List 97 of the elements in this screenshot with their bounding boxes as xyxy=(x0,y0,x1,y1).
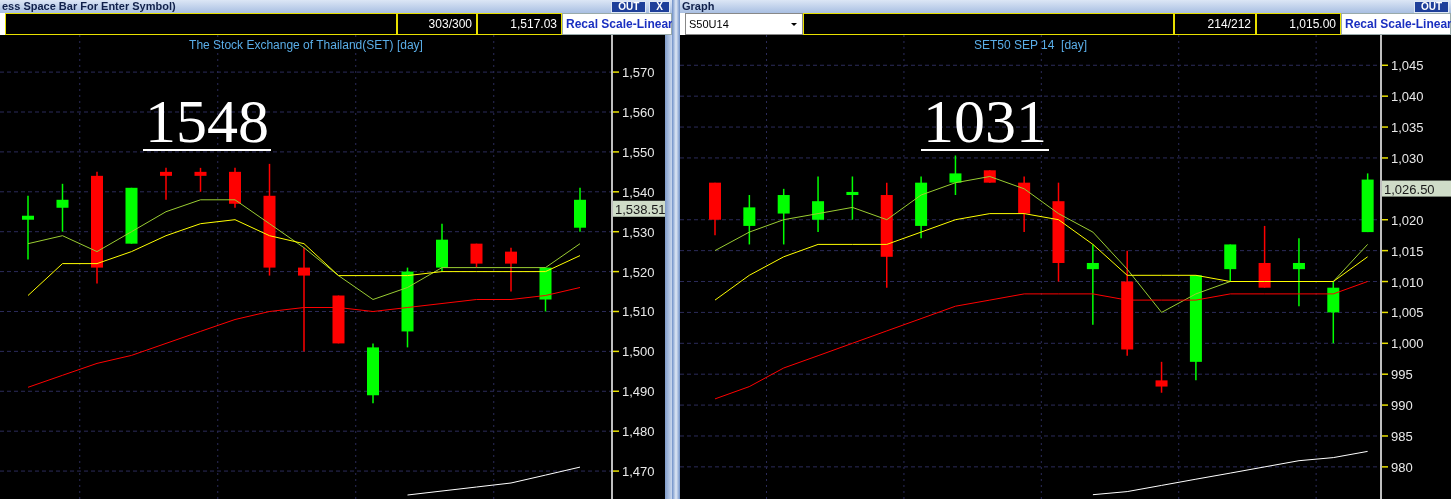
candlestick xyxy=(574,187,586,233)
axis-label: 1,020 xyxy=(1391,212,1424,228)
axis-label: 1,045 xyxy=(1391,58,1424,74)
axis-label: 1,040 xyxy=(1391,89,1424,105)
title-bar-button[interactable]: OUT xyxy=(1413,0,1449,13)
candlestick xyxy=(505,246,517,293)
candlestick xyxy=(160,167,172,201)
axis-label: 1,030 xyxy=(1391,150,1424,166)
tick-mark xyxy=(1381,311,1389,314)
axis-label: 1,490 xyxy=(622,384,655,400)
candlestick xyxy=(743,194,756,246)
axis-label: 1,015 xyxy=(1391,243,1424,259)
candlestick xyxy=(332,294,345,345)
tick-mark xyxy=(612,270,620,273)
candlestick xyxy=(194,167,207,193)
candlestick xyxy=(436,222,448,273)
axis-label: 1,035 xyxy=(1391,120,1424,136)
axis-label: 1,570 xyxy=(622,65,655,81)
chart-title: The Stock Exchange of Thailand(SET) [day] xyxy=(189,38,423,52)
candlestick xyxy=(1292,237,1305,307)
tick-mark xyxy=(1381,466,1389,468)
candlestick xyxy=(1018,175,1031,233)
tick-mark xyxy=(612,310,620,313)
tick-mark xyxy=(612,350,620,353)
candlestick xyxy=(56,183,69,233)
tick-mark xyxy=(612,470,620,472)
axis-label: 1,510 xyxy=(622,304,655,320)
axis-label: 1,560 xyxy=(622,105,655,120)
symbol-input-field[interactable] xyxy=(803,13,1174,35)
price-field: 1,015.00 xyxy=(1256,13,1341,35)
caret-icon xyxy=(791,22,797,26)
axis-label: 990 xyxy=(1391,398,1413,414)
candlestick xyxy=(1224,243,1237,283)
tick-mark xyxy=(1381,64,1389,66)
recal-scale-button[interactable]: Recal Scale-Linear xyxy=(1341,13,1451,35)
title-bar-button[interactable]: X xyxy=(649,0,670,13)
candlestick xyxy=(846,175,859,221)
tick-mark xyxy=(1381,342,1389,345)
axis-label: 995 xyxy=(1391,367,1413,383)
price-tag: 1,538.51 xyxy=(613,200,665,217)
tick-mark xyxy=(612,191,620,193)
price-field: 1,517.03 xyxy=(477,13,562,35)
tick-mark xyxy=(1381,404,1389,406)
axis-label: 1,470 xyxy=(622,464,655,480)
axis-label: 1,550 xyxy=(622,144,655,160)
axis-label: 1,005 xyxy=(1391,305,1424,321)
axis-label: 1,010 xyxy=(1391,274,1424,290)
axis-label: 1,000 xyxy=(1391,336,1424,352)
bar-count-field: 303/300 xyxy=(397,13,477,35)
tick-mark xyxy=(612,430,620,432)
axis-label: 980 xyxy=(1391,459,1413,475)
axis-label: 1,480 xyxy=(622,424,655,440)
candlestick xyxy=(1361,172,1374,233)
axis-label: 1,500 xyxy=(622,344,655,360)
candlestick xyxy=(539,266,552,313)
candlestick xyxy=(1327,280,1340,345)
tick-mark xyxy=(612,390,620,393)
recal-scale-button[interactable]: Recal Scale-Linear xyxy=(562,13,672,35)
tick-mark xyxy=(1381,126,1389,128)
scrollbar[interactable] xyxy=(665,35,672,499)
axis-label: 1,530 xyxy=(622,224,655,240)
axis-label: 1,520 xyxy=(622,264,655,280)
tick-mark xyxy=(1381,95,1389,97)
candlestick xyxy=(709,181,721,236)
tick-mark xyxy=(612,111,620,113)
axis-label: 985 xyxy=(1391,429,1413,444)
tick-mark xyxy=(1381,219,1389,221)
tick-mark xyxy=(1381,435,1389,437)
annotation-label: 1031 xyxy=(920,87,1050,155)
candlestick xyxy=(22,195,34,261)
candlestick xyxy=(915,175,928,239)
window-title: Graph xyxy=(682,0,716,13)
tick-mark xyxy=(1381,280,1389,283)
title-bar-button[interactable]: OUT xyxy=(611,0,647,13)
price-tag: 1,026.50 xyxy=(1382,180,1451,197)
symbol-input-field[interactable] xyxy=(5,13,397,35)
tick-mark xyxy=(1381,373,1389,375)
candlestick xyxy=(777,188,790,246)
candlestick xyxy=(1258,225,1271,289)
tick-mark xyxy=(612,151,620,153)
candlestick xyxy=(1155,361,1168,394)
candlestick xyxy=(367,342,379,404)
axis-label: 1,540 xyxy=(622,184,655,200)
tick-mark xyxy=(1381,249,1389,252)
tick-mark xyxy=(612,230,620,233)
tick-mark xyxy=(612,71,620,73)
bar-count-field: 214/212 xyxy=(1174,13,1256,35)
candlestick xyxy=(470,242,483,269)
chart-title: SET50 SEP 14 [day] xyxy=(973,38,1088,52)
symbol-dropdown[interactable]: S50U14 xyxy=(685,13,803,35)
candlestick xyxy=(812,175,825,233)
annotation-label: 1548 xyxy=(142,87,272,155)
tick-mark xyxy=(1381,157,1389,159)
window-title: ess Space Bar For Enter Symbol) xyxy=(2,0,177,13)
candlestick xyxy=(229,167,241,209)
candlestick xyxy=(949,154,962,196)
candlestick xyxy=(125,187,138,245)
